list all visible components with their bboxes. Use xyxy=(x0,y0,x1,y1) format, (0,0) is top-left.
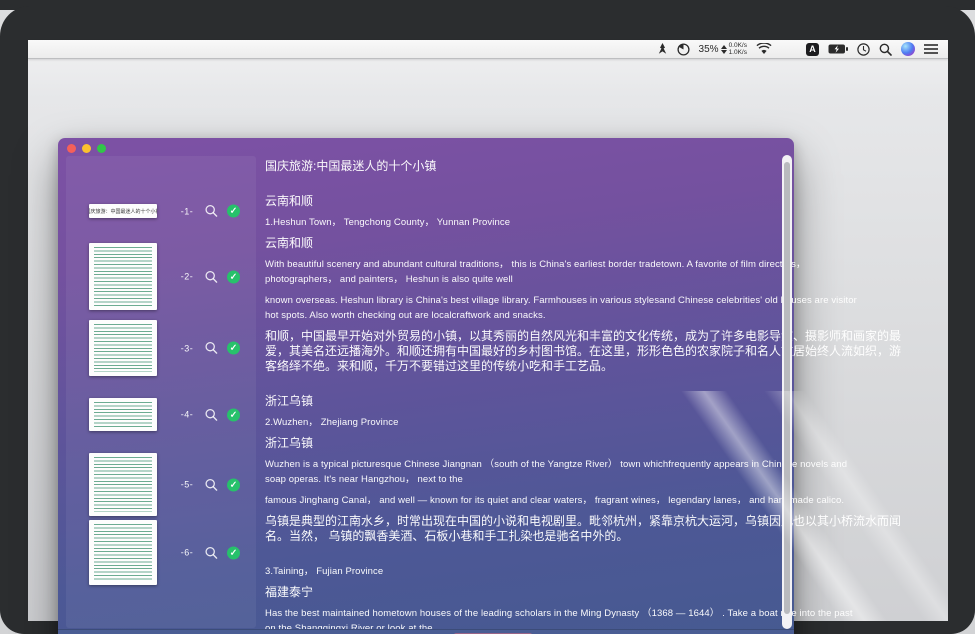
battery-percent-label: 35% xyxy=(699,44,719,55)
ocr-line: famous Jinghang Canal， and well — known … xyxy=(265,493,785,508)
ocr-line: 1.Heshun Town， Tengchong County， Yunnan … xyxy=(265,215,785,230)
ocr-line: 名。当然， 乌镇的飘香美酒、石板小巷和手工扎染也是驰名中外的。 xyxy=(265,529,785,544)
page-thumbnail-2[interactable] xyxy=(89,243,157,310)
ocr-line: 乌镇是典型的江南水乡，时常出现在中国的小说和电视剧里。毗邻杭州，紧靠京杭大运河，… xyxy=(265,514,785,529)
thumbnail-text-lines xyxy=(94,524,152,581)
page-thumbnail-5[interactable] xyxy=(89,453,157,516)
menu-bar: 35% 0.0K/s 1.0K/s A xyxy=(28,40,948,59)
ocr-line: 3.Taining， Fujian Province xyxy=(265,564,785,579)
ocr-line: 和顺，中国最早开始对外贸易的小镇，以其秀丽的自然风光和丰富的文化传统，成为了许多… xyxy=(265,329,785,344)
ocr-line: photographers， and painters， Heshun is a… xyxy=(265,272,785,287)
ocr-line: 福建泰宁 xyxy=(265,585,785,600)
thumbnail-text-lines xyxy=(94,324,152,372)
ocr-line: Wuzhen is a typical picturesque Chinese … xyxy=(265,457,785,472)
page-index-label: -2- xyxy=(178,272,196,282)
siri-icon[interactable] xyxy=(901,42,915,56)
thumbnail-row-6: -6- ✓ xyxy=(178,546,260,559)
wifi-icon[interactable] xyxy=(756,43,772,55)
ocr-line: Has the best maintained hometown houses … xyxy=(265,606,785,621)
toolbar-footer: Select image Import from iOS device Clea… xyxy=(58,629,794,634)
input-method-badge[interactable]: A xyxy=(806,43,819,56)
magnifier-icon[interactable] xyxy=(205,408,218,421)
thumbnail-text-lines xyxy=(94,457,152,512)
magnifier-icon[interactable] xyxy=(205,205,218,218)
thumbnail-row-5: -5- ✓ xyxy=(178,478,260,491)
ocr-line: 2.Wuzhen， Zhejiang Province xyxy=(265,415,785,430)
ocr-app-window: 国庆旅游：中国最迷人的十个小镇-1-✓-2-✓-3-✓-4-✓-5-✓-6-✓ … xyxy=(58,138,794,634)
window-titlebar[interactable] xyxy=(67,144,106,153)
magnifier-icon[interactable] xyxy=(205,546,218,559)
recognized-check-icon: ✓ xyxy=(227,205,240,218)
ocr-line: 浙江乌镇 xyxy=(265,436,785,451)
recognized-check-icon: ✓ xyxy=(227,408,240,421)
recognized-check-icon: ✓ xyxy=(227,478,240,491)
ocr-line: 云南和顺 xyxy=(265,236,785,251)
scrollbar-thumb[interactable] xyxy=(784,162,790,614)
thumbnail-text-lines xyxy=(94,402,152,427)
thumbnail-row-4: -4- ✓ xyxy=(178,408,260,421)
recognized-check-icon: ✓ xyxy=(227,546,240,559)
magnifier-icon[interactable] xyxy=(205,342,218,355)
recognized-check-icon: ✓ xyxy=(227,342,240,355)
page-thumbnail-1[interactable]: 国庆旅游：中国最迷人的十个小镇 xyxy=(89,204,157,218)
zoom-window-button[interactable] xyxy=(97,144,106,153)
vpn-icon[interactable] xyxy=(657,43,668,56)
ocr-line: known overseas. Heshun library is China'… xyxy=(265,293,785,308)
ocr-text-output[interactable]: 国庆旅游:中国最迷人的十个小镇云南和顺 1.Heshun Town， Tengch… xyxy=(265,159,785,634)
ocr-line: soap operas. It's near Hangzhou， next to… xyxy=(265,472,785,487)
minimize-window-button[interactable] xyxy=(82,144,91,153)
page-thumbnail-6[interactable] xyxy=(89,520,157,585)
magnifier-icon[interactable] xyxy=(205,270,218,283)
page-thumbnail-4[interactable] xyxy=(89,398,157,431)
thumbnail-row-2: -2- ✓ xyxy=(178,270,260,283)
desktop: 35% 0.0K/s 1.0K/s A xyxy=(28,40,948,621)
close-window-button[interactable] xyxy=(67,144,76,153)
recognized-check-icon: ✓ xyxy=(227,270,240,283)
magnifier-icon[interactable] xyxy=(205,478,218,491)
ocr-line: 客络绎不绝。来和顺，千万不要错过这里的传统小吃和手工艺品。 xyxy=(265,359,785,374)
scrollbar[interactable] xyxy=(782,155,792,629)
thumbnail-row-3: -3- ✓ xyxy=(178,342,260,355)
page-index-label: -1- xyxy=(178,206,196,216)
stats-indicator[interactable]: 35% 0.0K/s 1.0K/s xyxy=(699,42,747,56)
ocr-line: hot spots. Also worth checking out are l… xyxy=(265,308,785,323)
spotlight-search-icon[interactable] xyxy=(879,43,892,56)
page-index-label: -3- xyxy=(178,343,196,353)
ocr-line: 浙江乌镇 xyxy=(265,394,785,409)
photo-backdrop: 35% 0.0K/s 1.0K/s A xyxy=(0,0,975,634)
notification-list-icon[interactable] xyxy=(924,44,938,54)
page-thumbnail-3[interactable] xyxy=(89,320,157,376)
sidebar-thumbnails[interactable]: 国庆旅游：中国最迷人的十个小镇 -1- ✓ -2- ✓ -3- ✓ -4- ✓ -5- ✓ -6- ✓ xyxy=(66,156,256,628)
clock-icon[interactable] xyxy=(857,43,870,56)
net-up-label: 0.0K/s xyxy=(729,42,747,49)
ocr-line: 云南和顺 xyxy=(265,194,785,209)
battery-icon[interactable] xyxy=(828,44,848,54)
ocr-line: 国庆旅游:中国最迷人的十个小镇 xyxy=(265,159,785,174)
network-speed: 0.0K/s 1.0K/s xyxy=(729,42,747,56)
updown-arrows-icon xyxy=(721,45,727,54)
page-index-label: -6- xyxy=(178,548,196,558)
thumbnail-row-1: -1- ✓ xyxy=(178,205,260,218)
page-index-label: -5- xyxy=(178,480,196,490)
thumbnail-text-lines xyxy=(94,247,152,306)
disk-usage-icon[interactable] xyxy=(677,43,690,56)
net-down-label: 1.0K/s xyxy=(729,49,747,56)
ocr-line: With beautiful scenery and abundant cult… xyxy=(265,257,785,272)
page-index-label: -4- xyxy=(178,410,196,420)
ocr-line: 爱，其美名还远播海外。和顺还拥有中国最好的乡村图书馆。在这里，形形色色的农家院子… xyxy=(265,344,785,359)
